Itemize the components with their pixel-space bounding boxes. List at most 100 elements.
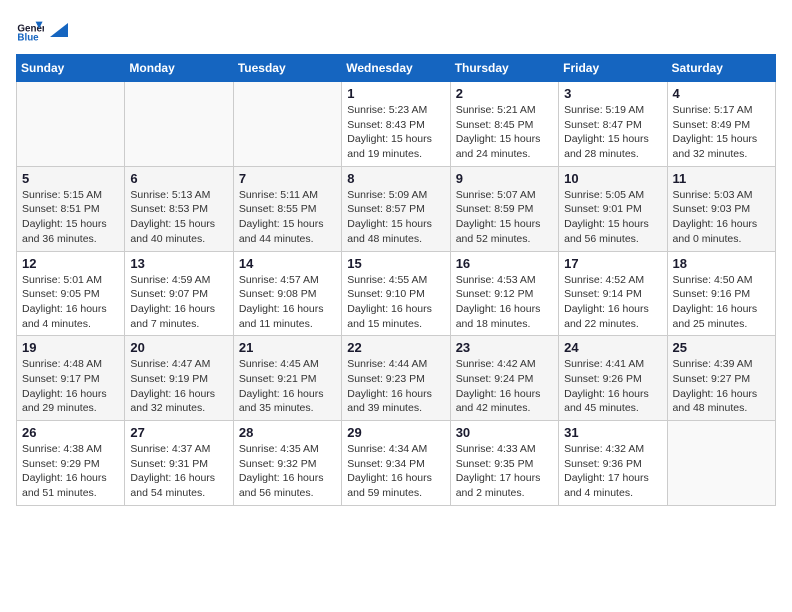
calendar-cell: 29Sunrise: 4:34 AM Sunset: 9:34 PM Dayli…: [342, 421, 450, 506]
calendar-cell: 5 Sunrise: 5:15 AM Sunset: 8:51 PM Daylig…: [17, 166, 125, 251]
calendar-cell: [17, 82, 125, 167]
day-number: 21: [239, 340, 336, 355]
day-info: Sunrise: 5:03 AM Sunset: 9:03 PM Dayligh…: [673, 188, 770, 247]
day-number: 7: [239, 171, 336, 186]
day-number: 20: [130, 340, 227, 355]
day-number: 8: [347, 171, 444, 186]
day-info: Sunrise: 4:39 AM Sunset: 9:27 PM Dayligh…: [673, 357, 770, 416]
day-info: Sunrise: 4:42 AM Sunset: 9:24 PM Dayligh…: [456, 357, 553, 416]
day-number: 19: [22, 340, 119, 355]
day-info: Sunrise: 5:21 AM Sunset: 8:45 PM Dayligh…: [456, 103, 553, 162]
calendar-cell: 14Sunrise: 4:57 AM Sunset: 9:08 PM Dayli…: [233, 251, 341, 336]
calendar-cell: 31 Sunrise: 4:32 AM Sunset: 9:36 PM Dayli…: [559, 421, 667, 506]
day-info: Sunrise: 4:37 AM Sunset: 9:31 PM Dayligh…: [130, 442, 227, 501]
weekday-header-thursday: Thursday: [450, 55, 558, 82]
calendar-cell: 17 Sunrise: 4:52 AM Sunset: 9:14 PM Dayli…: [559, 251, 667, 336]
calendar-cell: 21 Sunrise: 4:45 AM Sunset: 9:21 PM Dayli…: [233, 336, 341, 421]
calendar-cell: 15 Sunrise: 4:55 AM Sunset: 9:10 PM Dayli…: [342, 251, 450, 336]
day-info: Sunrise: 5:23 AM Sunset: 8:43 PM Dayligh…: [347, 103, 444, 162]
day-number: 5: [22, 171, 119, 186]
day-number: 15: [347, 256, 444, 271]
calendar-cell: 24Sunrise: 4:41 AM Sunset: 9:26 PM Dayli…: [559, 336, 667, 421]
day-number: 31: [564, 425, 661, 440]
calendar-cell: 30Sunrise: 4:33 AM Sunset: 9:35 PM Dayli…: [450, 421, 558, 506]
day-info: Sunrise: 5:17 AM Sunset: 8:49 PM Dayligh…: [673, 103, 770, 162]
svg-text:Blue: Blue: [17, 33, 39, 44]
day-number: 10: [564, 171, 661, 186]
calendar-cell: 2 Sunrise: 5:21 AM Sunset: 8:45 PM Daylig…: [450, 82, 558, 167]
calendar-cell: 26 Sunrise: 4:38 AM Sunset: 9:29 PM Dayli…: [17, 421, 125, 506]
day-info: Sunrise: 4:52 AM Sunset: 9:14 PM Dayligh…: [564, 273, 661, 332]
day-number: 6: [130, 171, 227, 186]
calendar-cell: 12 Sunrise: 5:01 AM Sunset: 9:05 PM Dayli…: [17, 251, 125, 336]
day-info: Sunrise: 4:45 AM Sunset: 9:21 PM Dayligh…: [239, 357, 336, 416]
calendar-cell: 20Sunrise: 4:47 AM Sunset: 9:19 PM Dayli…: [125, 336, 233, 421]
day-number: 12: [22, 256, 119, 271]
day-info: Sunrise: 4:59 AM Sunset: 9:07 PM Dayligh…: [130, 273, 227, 332]
calendar-cell: [233, 82, 341, 167]
day-number: 27: [130, 425, 227, 440]
day-info: Sunrise: 4:34 AM Sunset: 9:34 PM Dayligh…: [347, 442, 444, 501]
day-info: Sunrise: 4:55 AM Sunset: 9:10 PM Dayligh…: [347, 273, 444, 332]
calendar-cell: 22Sunrise: 4:44 AM Sunset: 9:23 PM Dayli…: [342, 336, 450, 421]
day-number: 2: [456, 86, 553, 101]
calendar-cell: 11 Sunrise: 5:03 AM Sunset: 9:03 PM Dayli…: [667, 166, 775, 251]
calendar-cell: 23 Sunrise: 4:42 AM Sunset: 9:24 PM Dayli…: [450, 336, 558, 421]
day-info: Sunrise: 4:32 AM Sunset: 9:36 PM Dayligh…: [564, 442, 661, 501]
calendar-week-2: 5 Sunrise: 5:15 AM Sunset: 8:51 PM Daylig…: [17, 166, 776, 251]
day-info: Sunrise: 5:13 AM Sunset: 8:53 PM Dayligh…: [130, 188, 227, 247]
weekday-header-saturday: Saturday: [667, 55, 775, 82]
day-number: 26: [22, 425, 119, 440]
day-info: Sunrise: 4:38 AM Sunset: 9:29 PM Dayligh…: [22, 442, 119, 501]
day-number: 30: [456, 425, 553, 440]
calendar-cell: 28Sunrise: 4:35 AM Sunset: 9:32 PM Dayli…: [233, 421, 341, 506]
calendar-week-5: 26 Sunrise: 4:38 AM Sunset: 9:29 PM Dayli…: [17, 421, 776, 506]
day-info: Sunrise: 4:57 AM Sunset: 9:08 PM Dayligh…: [239, 273, 336, 332]
day-number: 25: [673, 340, 770, 355]
day-info: Sunrise: 5:01 AM Sunset: 9:05 PM Dayligh…: [22, 273, 119, 332]
weekday-header-row: SundayMondayTuesdayWednesdayThursdayFrid…: [17, 55, 776, 82]
day-info: Sunrise: 4:50 AM Sunset: 9:16 PM Dayligh…: [673, 273, 770, 332]
logo: General Blue: [16, 16, 68, 44]
calendar-cell: 25 Sunrise: 4:39 AM Sunset: 9:27 PM Dayli…: [667, 336, 775, 421]
day-number: 17: [564, 256, 661, 271]
calendar-cell: 19Sunrise: 4:48 AM Sunset: 9:17 PM Dayli…: [17, 336, 125, 421]
calendar-cell: 16 Sunrise: 4:53 AM Sunset: 9:12 PM Dayli…: [450, 251, 558, 336]
logo-icon: General Blue: [16, 16, 44, 44]
day-info: Sunrise: 4:41 AM Sunset: 9:26 PM Dayligh…: [564, 357, 661, 416]
day-info: Sunrise: 4:53 AM Sunset: 9:12 PM Dayligh…: [456, 273, 553, 332]
header: General Blue: [16, 16, 776, 44]
day-info: Sunrise: 5:19 AM Sunset: 8:47 PM Dayligh…: [564, 103, 661, 162]
day-number: 4: [673, 86, 770, 101]
calendar-cell: 13 Sunrise: 4:59 AM Sunset: 9:07 PM Dayli…: [125, 251, 233, 336]
calendar-cell: 6 Sunrise: 5:13 AM Sunset: 8:53 PM Daylig…: [125, 166, 233, 251]
calendar-cell: [125, 82, 233, 167]
logo-general-text: [48, 23, 68, 37]
calendar-cell: 4 Sunrise: 5:17 AM Sunset: 8:49 PM Daylig…: [667, 82, 775, 167]
day-info: Sunrise: 5:15 AM Sunset: 8:51 PM Dayligh…: [22, 188, 119, 247]
calendar-cell: 27 Sunrise: 4:37 AM Sunset: 9:31 PM Dayli…: [125, 421, 233, 506]
weekday-header-wednesday: Wednesday: [342, 55, 450, 82]
day-number: 13: [130, 256, 227, 271]
day-number: 23: [456, 340, 553, 355]
day-number: 3: [564, 86, 661, 101]
logo-triangle-icon: [50, 23, 68, 37]
weekday-header-monday: Monday: [125, 55, 233, 82]
calendar-week-4: 19Sunrise: 4:48 AM Sunset: 9:17 PM Dayli…: [17, 336, 776, 421]
calendar-cell: 9 Sunrise: 5:07 AM Sunset: 8:59 PM Daylig…: [450, 166, 558, 251]
calendar-table: SundayMondayTuesdayWednesdayThursdayFrid…: [16, 54, 776, 506]
calendar-cell: 3 Sunrise: 5:19 AM Sunset: 8:47 PM Daylig…: [559, 82, 667, 167]
day-info: Sunrise: 4:35 AM Sunset: 9:32 PM Dayligh…: [239, 442, 336, 501]
calendar-cell: 18Sunrise: 4:50 AM Sunset: 9:16 PM Dayli…: [667, 251, 775, 336]
weekday-header-friday: Friday: [559, 55, 667, 82]
calendar-cell: 7Sunrise: 5:11 AM Sunset: 8:55 PM Daylig…: [233, 166, 341, 251]
day-info: Sunrise: 5:09 AM Sunset: 8:57 PM Dayligh…: [347, 188, 444, 247]
day-number: 16: [456, 256, 553, 271]
weekday-header-tuesday: Tuesday: [233, 55, 341, 82]
day-info: Sunrise: 5:07 AM Sunset: 8:59 PM Dayligh…: [456, 188, 553, 247]
day-number: 1: [347, 86, 444, 101]
day-number: 9: [456, 171, 553, 186]
calendar-week-3: 12 Sunrise: 5:01 AM Sunset: 9:05 PM Dayli…: [17, 251, 776, 336]
day-number: 11: [673, 171, 770, 186]
day-info: Sunrise: 5:05 AM Sunset: 9:01 PM Dayligh…: [564, 188, 661, 247]
